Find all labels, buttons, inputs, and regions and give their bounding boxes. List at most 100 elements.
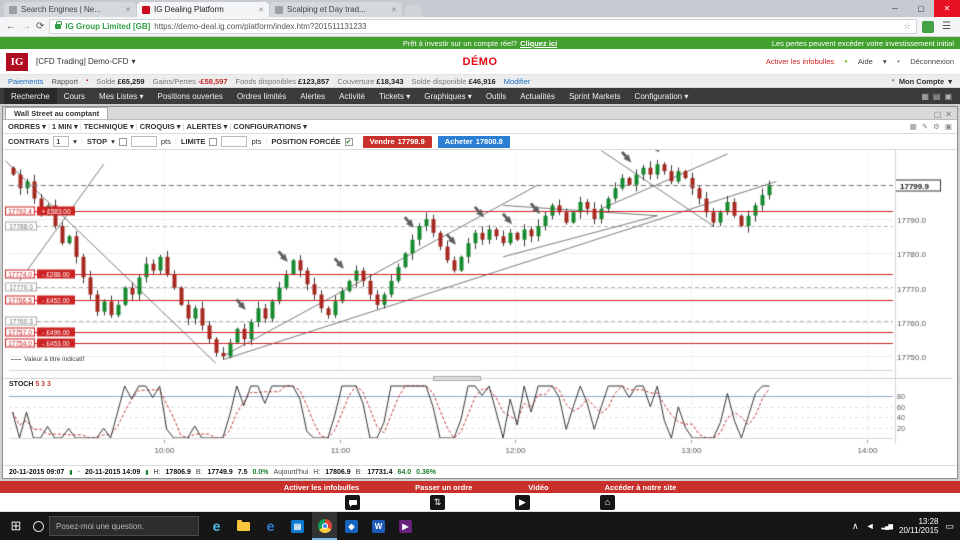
video-play-icon[interactable]: ▶	[515, 494, 530, 510]
account-name: [CFD Trading] Demo-CFD	[36, 57, 129, 66]
logout-link[interactable]: Déconnexion	[910, 57, 954, 66]
menu-item-mes-listes[interactable]: Mes Listes ▾	[92, 88, 150, 104]
browser-tab-2-active[interactable]: IG Dealing Platform ✕	[137, 2, 269, 17]
menu-item-cours[interactable]: Cours	[57, 88, 92, 104]
taskbar-app-purple-icon[interactable]: ▶	[393, 512, 418, 540]
footer-infobulles-button[interactable]: Activer les infobulles	[284, 483, 359, 492]
menu-item-ordres-limites[interactable]: Ordres limités	[230, 88, 293, 104]
range-end: 20-11-2015 14:09	[84, 468, 141, 476]
tooltips-link[interactable]: Activer les infobulles	[766, 57, 834, 66]
stop-input[interactable]	[130, 136, 157, 147]
risk-warning: Les pertes peuvent excéder votre investi…	[771, 38, 954, 48]
stop-checkbox[interactable]	[118, 137, 127, 146]
chart-panel: Wall Street au comptant ▢ ✕ ORDRES ▾ | 1 …	[2, 106, 958, 479]
taskbar-clock[interactable]: 13:28 20/11/2015	[899, 517, 938, 535]
taskbar-edge-icon[interactable]: e	[258, 512, 283, 540]
back-icon[interactable]: ←	[6, 21, 16, 32]
position-forcee-checkbox[interactable]: ✔	[344, 137, 353, 146]
help-link[interactable]: Aide	[858, 57, 873, 66]
mon-compte-label: Mon Compte	[898, 76, 945, 86]
promo-link[interactable]: Cliquez ici	[520, 39, 557, 48]
alertes-menu[interactable]: ALERTES ▾	[187, 122, 228, 131]
panel-close-icon[interactable]: ✕	[945, 110, 952, 119]
limite-checkbox[interactable]	[209, 137, 218, 146]
contrats-input[interactable]	[53, 136, 70, 147]
mon-compte-menu[interactable]: ● Mon Compte ▾	[891, 77, 952, 86]
taskbar-app-blue-icon[interactable]: ◆	[339, 512, 364, 540]
chat-bubble-icon[interactable]	[345, 494, 360, 510]
configurations-menu[interactable]: CONFIGURATIONS ▾	[233, 122, 307, 131]
menu-item-recherche[interactable]: Recherche	[4, 88, 57, 104]
refresh-icon[interactable]: ⟳	[36, 21, 44, 32]
footer-video-button[interactable]: Vidéo	[528, 483, 548, 492]
menu-item-activite[interactable]: Activité	[332, 88, 372, 104]
menu-item-tickets[interactable]: Tickets ▾	[372, 88, 417, 104]
home-icon[interactable]: ⌂	[600, 494, 615, 510]
croquis-menu[interactable]: CROQUIS ▾	[140, 122, 181, 131]
cortana-search-input[interactable]: Posez-moi une question.	[49, 516, 199, 536]
settings-gear-icon[interactable]: ⚙	[933, 122, 940, 131]
url-field[interactable]: IG Group Limited [GB] https://demo-deal.…	[49, 19, 918, 34]
interval-menu[interactable]: 1 MIN ▾	[52, 122, 78, 131]
sell-button[interactable]: Vendre 17798.9	[362, 135, 432, 148]
draw-icon[interactable]: ✎	[922, 122, 928, 131]
tray-caret-icon[interactable]: ∧	[852, 521, 859, 532]
browser-tab-1[interactable]: Search Engines | Ne... ✕	[4, 2, 136, 17]
ssl-badge[interactable]: IG Group Limited [GB]	[65, 22, 150, 31]
tab-close-icon[interactable]: ✕	[391, 6, 397, 14]
taskbar-chrome-icon[interactable]	[312, 512, 337, 540]
paiements-link[interactable]: Paiements	[8, 77, 43, 86]
panel-maximize-icon[interactable]: ▢	[934, 110, 942, 119]
menu-item-positions-ouvertes[interactable]: Positions ouvertes	[151, 88, 230, 104]
snapshot-icon[interactable]: ▦	[910, 122, 917, 131]
layout-pin-icon[interactable]: ▣	[944, 92, 952, 101]
chevron-down-icon[interactable]: ▾	[73, 137, 77, 146]
menu-item-configuration[interactable]: Configuration ▾	[628, 88, 696, 104]
extension-icon[interactable]	[922, 20, 935, 33]
ordres-menu[interactable]: ORDRES ▾	[8, 122, 46, 131]
tab-close-icon[interactable]: ✕	[258, 6, 264, 14]
layout-rows-icon[interactable]: ▤	[933, 92, 941, 101]
maximize-button[interactable]: ▢	[908, 0, 934, 17]
start-button[interactable]: ⊞	[4, 518, 28, 534]
promo-text: Prêt à investir sur un compte réel?	[402, 38, 518, 48]
footer-site-button[interactable]: Accéder à notre site	[605, 483, 677, 492]
browser-menu-icon[interactable]: ☰	[939, 21, 954, 32]
notification-center-icon[interactable]: ▭	[945, 521, 954, 532]
pin-icon[interactable]: ▣	[945, 122, 952, 131]
price-chart-canvas[interactable]	[3, 150, 953, 465]
speaker-icon[interactable]: ◄	[866, 521, 875, 531]
bookmark-star-icon[interactable]: ☆	[903, 21, 911, 32]
taskbar-store-icon[interactable]: ▤	[285, 512, 310, 540]
order-arrows-icon[interactable]: ⇅	[430, 494, 445, 510]
minimize-button[interactable]: ─	[882, 0, 908, 17]
main-menubar: Recherche Cours Mes Listes ▾ Positions o…	[0, 88, 960, 104]
technique-menu[interactable]: TECHNIQUE ▾	[84, 122, 134, 131]
panel-tab-wall-street[interactable]: Wall Street au comptant	[5, 107, 109, 119]
menu-item-outils[interactable]: Outils	[479, 88, 513, 104]
menu-item-actualites[interactable]: Actualités	[513, 88, 562, 104]
modifier-link[interactable]: Modifier	[504, 77, 531, 86]
buy-button[interactable]: Acheter 17800.8	[437, 135, 510, 148]
menu-item-alertes[interactable]: Alertes	[293, 88, 332, 104]
today-label: Aujourd'hui	[273, 468, 309, 476]
footer-passer-ordre-button[interactable]: Passer un ordre	[415, 483, 472, 492]
tab-close-icon[interactable]: ✕	[125, 6, 131, 14]
taskbar-word-icon[interactable]: W	[366, 512, 391, 540]
rapport-link[interactable]: Rapport	[51, 77, 78, 86]
taskbar-ie-icon[interactable]: e	[204, 512, 229, 540]
network-signal-icon[interactable]: ▂▄▆	[882, 523, 894, 530]
browser-tab-3[interactable]: Scalping et Day trad... ✕	[270, 2, 402, 17]
new-tab-button[interactable]	[405, 5, 421, 17]
layout-grid-icon[interactable]: ▦	[921, 92, 929, 101]
cortana-icon[interactable]	[33, 520, 44, 532]
menu-item-graphiques[interactable]: Graphiques ▾	[417, 88, 479, 104]
chevron-down-icon[interactable]: ▾	[111, 137, 115, 146]
close-button[interactable]: ✕	[934, 0, 960, 17]
taskbar-explorer-icon[interactable]	[231, 512, 256, 540]
limite-input[interactable]	[221, 136, 248, 147]
account-selector[interactable]: [CFD Trading] Demo-CFD ▾	[36, 57, 135, 66]
forward-icon[interactable]: →	[21, 21, 31, 32]
clock-date: 20/11/2015	[899, 526, 939, 535]
menu-item-sprint-markets[interactable]: Sprint Markets	[562, 88, 628, 104]
